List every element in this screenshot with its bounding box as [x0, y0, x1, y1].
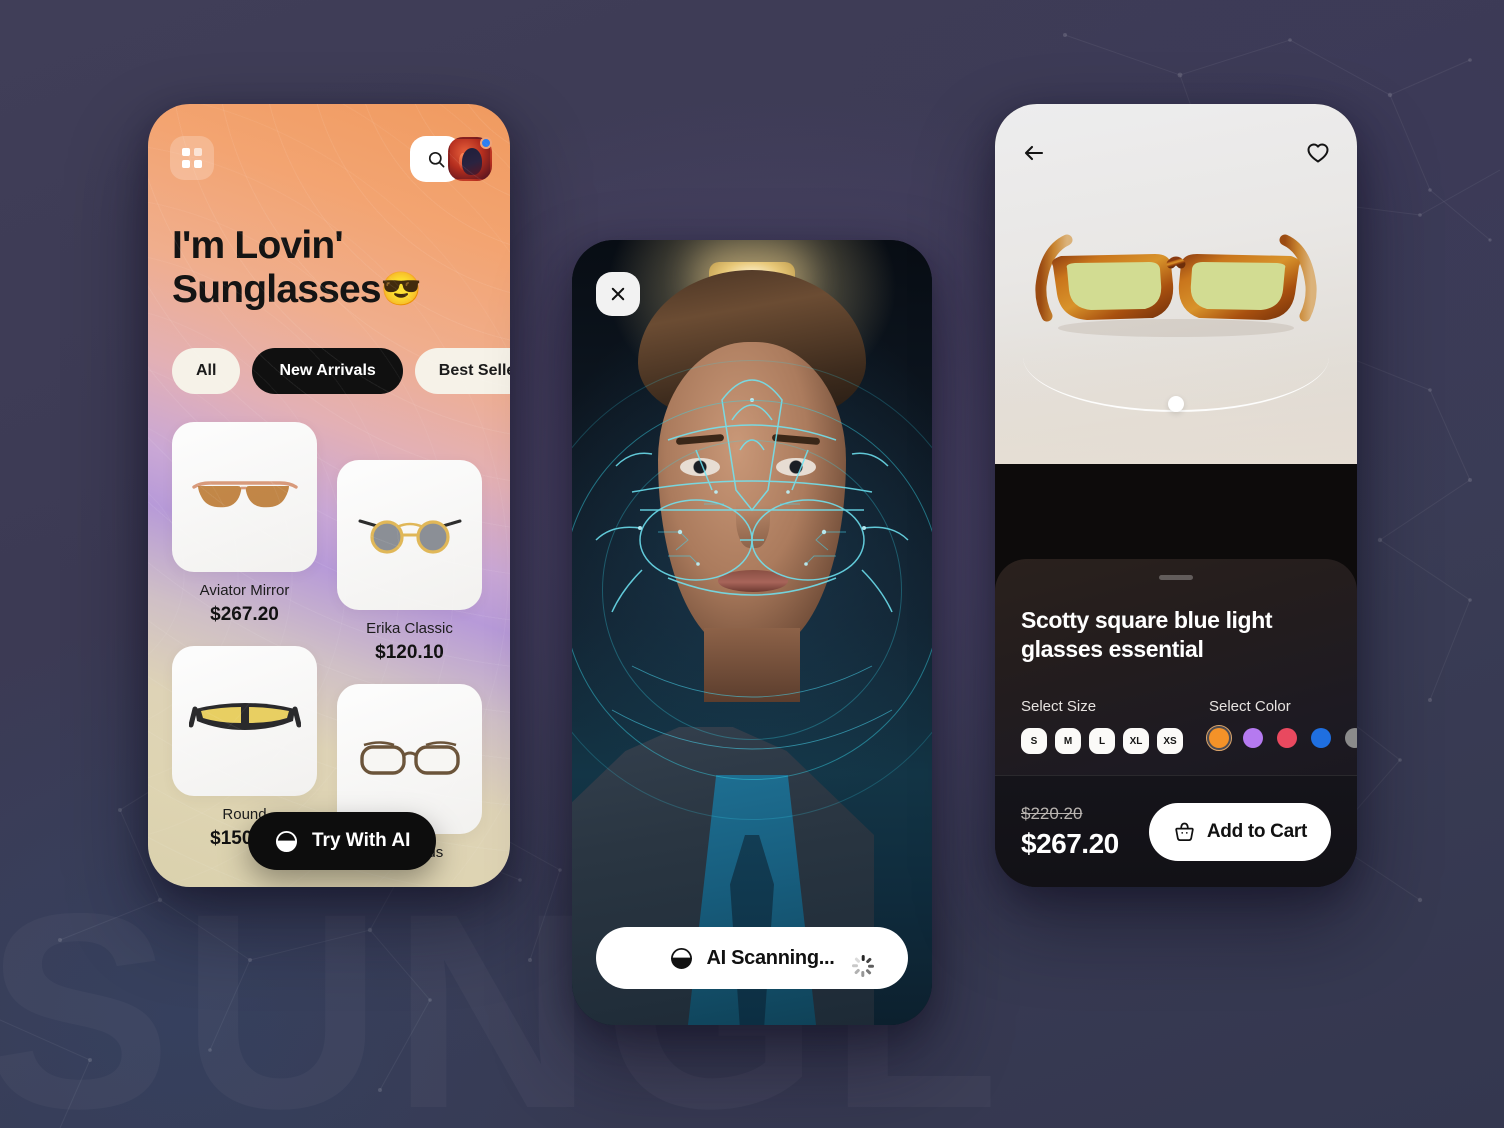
product-info-sheet: Scotty square blue light glasses essenti…: [995, 559, 1357, 887]
scotty-square-glasses-image: [1035, 234, 1317, 337]
size-option-xl[interactable]: XL: [1123, 728, 1149, 755]
nose: [736, 476, 770, 548]
purchase-bar: $220.20 $267.20 Add to Cart: [995, 775, 1357, 887]
sport-glasses-icon: [188, 703, 301, 730]
size-option-s[interactable]: S: [1021, 728, 1047, 755]
headline-line-2: Sunglasses: [172, 268, 382, 312]
color-option-blue[interactable]: [1311, 728, 1331, 749]
sheet-drag-handle[interactable]: [1159, 575, 1193, 580]
color-option-purple[interactable]: [1243, 728, 1263, 749]
headline-line-1: I'm Lovin': [172, 224, 344, 267]
cool-face-emoji: 😎: [380, 270, 422, 308]
page-title: I'm Lovin' Sunglasses😎: [172, 224, 422, 312]
shopping-bag-icon: [1175, 822, 1194, 841]
ai-scanning-status[interactable]: AI Scanning...: [596, 927, 908, 989]
favorite-button[interactable]: [1301, 136, 1335, 170]
size-option-l[interactable]: L: [1089, 728, 1115, 755]
add-to-cart-label: Add to Cart: [1206, 820, 1307, 842]
home-header-actions: [410, 136, 492, 182]
filter-chip-new-arrivals[interactable]: New Arrivals: [252, 348, 403, 394]
ai-scanning-label: AI Scanning...: [706, 946, 835, 969]
size-selector: Select Size S M L XL XS: [1021, 698, 1209, 755]
product-price: $267.20: [210, 604, 279, 625]
product-options: Select Size S M L XL XS Select Color: [1021, 698, 1357, 755]
product-name: Aviator Mirror: [199, 582, 290, 599]
face-scan-photo: [572, 240, 932, 1025]
product-name: Erika Classic: [366, 620, 453, 637]
back-button[interactable]: [1017, 136, 1051, 170]
close-scan-button[interactable]: [596, 272, 640, 316]
ai-lens-icon: [671, 947, 693, 969]
home-header: [170, 136, 492, 188]
home-screen-phone: I'm Lovin' Sunglasses😎 All New Arrivals …: [148, 104, 510, 887]
ai-lens-icon: [275, 830, 298, 852]
original-price: $220.20: [1021, 803, 1083, 823]
search-icon: [428, 151, 444, 167]
grid-icon: [182, 148, 202, 168]
price-block: $220.20 $267.20: [1021, 804, 1119, 860]
product-price: $120.10: [375, 642, 444, 663]
face-portrait: [618, 262, 886, 740]
menu-grid-button[interactable]: [170, 136, 214, 180]
avatar[interactable]: [448, 137, 492, 181]
color-option-orange[interactable]: [1205, 724, 1233, 752]
eye-right: [776, 458, 816, 476]
color-option-gray[interactable]: [1345, 728, 1357, 749]
try-with-ai-label: Try With AI: [312, 830, 411, 851]
product-detail-phone: Scotty square blue light glasses essenti…: [995, 104, 1357, 887]
product-column-right: Erika Classic $120.10 Erika Kids: [337, 460, 482, 861]
avatar-head: [462, 148, 482, 175]
lips: [718, 570, 788, 592]
heart-icon: [1307, 143, 1329, 163]
aviator-mirror-glasses-icon: [191, 481, 298, 508]
eye-left: [680, 458, 720, 476]
size-option-m[interactable]: M: [1055, 728, 1081, 755]
try-with-ai-button[interactable]: Try With AI: [248, 812, 437, 870]
ai-scan-phone: AI Scanning...: [572, 240, 932, 1025]
filter-chip-row[interactable]: All New Arrivals Best Sellers S: [172, 348, 510, 394]
current-price: $267.20: [1021, 827, 1119, 859]
filter-chip-all[interactable]: All: [172, 348, 241, 394]
neck: [704, 628, 800, 702]
add-to-cart-button[interactable]: Add to Cart: [1148, 802, 1331, 861]
detail-header: [1017, 136, 1335, 170]
color-options: [1205, 724, 1357, 752]
select-color-label: Select Color: [1209, 698, 1291, 716]
back-arrow-icon: [1024, 145, 1044, 161]
product-card-erika-classic[interactable]: [337, 460, 482, 610]
loading-spinner-icon: [852, 947, 874, 977]
select-size-label: Select Size: [1021, 698, 1097, 716]
product-card-aviator-mirror[interactable]: [172, 422, 317, 572]
close-icon: [611, 287, 625, 301]
clear-frame-glasses-icon: [359, 741, 460, 775]
notification-dot: [480, 137, 492, 149]
size-option-xs[interactable]: XS: [1157, 728, 1183, 755]
size-options: S M L XL XS: [1021, 728, 1209, 755]
product-card-round[interactable]: [172, 646, 317, 796]
product-column-left: Aviator Mirror $267.20 Round $150.00: [172, 422, 317, 870]
color-selector: Select Color: [1205, 698, 1357, 754]
color-indicator-dot[interactable]: [1168, 396, 1184, 412]
product-title: Scotty square blue light glasses essenti…: [1021, 607, 1273, 663]
color-option-red[interactable]: [1277, 728, 1297, 749]
filter-chip-best-sellers[interactable]: Best Sellers: [414, 348, 510, 394]
round-gold-glasses-icon: [358, 519, 461, 554]
